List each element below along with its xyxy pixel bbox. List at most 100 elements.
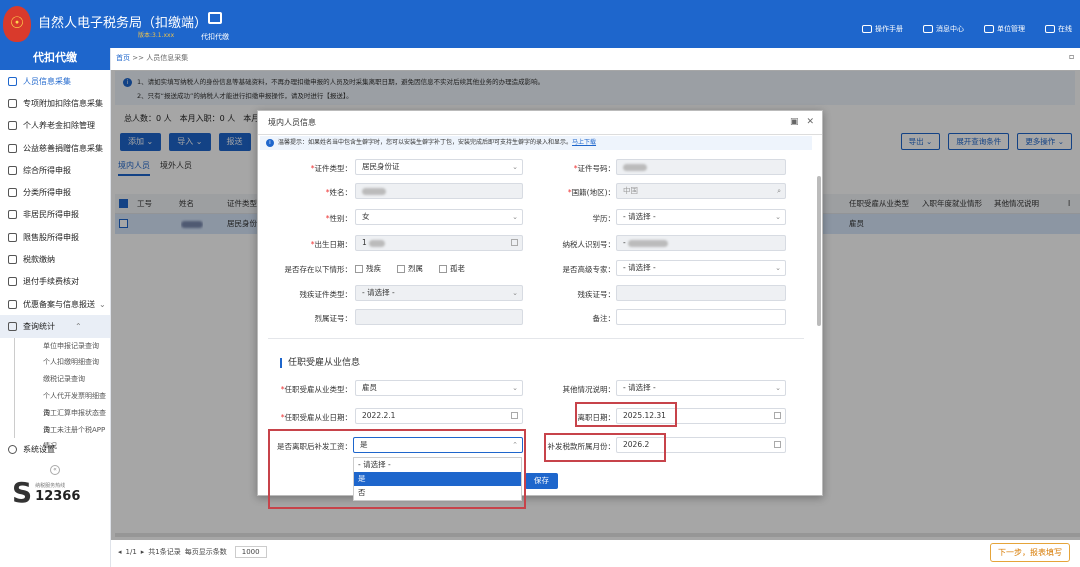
sidebar-item-query-stats[interactable]: 查询统计 ⌃ [0,315,110,338]
chart-icon [8,321,17,331]
online-status-button[interactable]: 在线 [1045,24,1072,34]
chevron-down-icon: ⌄ [775,384,781,392]
payment-icon [8,255,17,265]
sidebar-item-pension[interactable]: 个人养老金扣除管理 [0,115,110,137]
calendar-icon [511,412,518,419]
sidebar-sub-personal-detail[interactable]: 个人扣缴明细查询 [14,354,110,372]
name-field[interactable] [355,183,523,199]
martyr-checkbox[interactable]: 烈属 [397,263,423,274]
company-manage-button[interactable]: 单位管理 [984,24,1025,34]
search-icon[interactable]: ⌕ [777,184,781,198]
sidebar-item-person-info[interactable]: 人员信息采集 [0,70,110,92]
employ-date-field[interactable]: 2022.2.1 [355,408,523,424]
service-hotline: S 纳税服务热线 12366 [12,476,81,509]
message-center-button[interactable]: 消息中心 [923,24,964,34]
app-title: 自然人电子税务局（扣缴端） [38,16,208,31]
chevron-down-icon: ⌄ [512,213,518,221]
refund-icon [8,277,17,287]
donation-icon [8,143,17,153]
chevron-up-icon: ⌃ [75,321,82,331]
sidebar-sub-settlement-status[interactable]: 员工汇算申报状态查询 [14,404,110,434]
next-page-icon[interactable]: ▸ [141,548,145,556]
module-withholding[interactable]: 代扣代缴 [200,12,230,42]
sidebar-item-comprehensive[interactable]: 综合所得申报 [0,159,110,181]
sidebar-sub-tax-record[interactable]: 缴税记录查询 [14,371,110,388]
sidebar-item-tax-payment[interactable]: 税款缴纳 [0,248,110,270]
filing-icon [8,299,17,309]
calendar-icon [511,239,518,246]
gender-select[interactable]: 女 ⌄ [355,209,523,225]
collapse-sidebar-icon[interactable]: « [50,464,60,475]
page-size-input[interactable]: 1000 [234,546,267,558]
close-icon[interactable]: ▫ [1069,52,1074,61]
sidebar-item-nonresident[interactable]: 非居民所得申报 [0,204,110,226]
gear-icon [8,444,17,454]
id-no-field[interactable] [616,159,786,175]
remark-field[interactable] [616,309,786,325]
disability-no-field[interactable] [616,285,786,301]
modal-controls: ▣ ✕ [790,117,814,127]
tax-bureau-logo: ☉ [3,6,31,42]
sidebar-item-donation[interactable]: 公益慈善捐赠信息采集 [0,137,110,159]
employ-type-select[interactable]: 雇员 ⌄ [355,380,523,396]
breadcrumb: 首页 >> 人员信息采集 [116,54,189,62]
sidebar-item-classified[interactable]: 分类所得申报 [0,181,110,203]
maximize-icon[interactable]: ▣ [790,117,799,127]
user-icon [8,210,17,220]
close-icon[interactable]: ✕ [806,117,814,127]
download-patch-link[interactable]: 马上下载 [572,139,596,146]
id-type-label: *证件类型： [310,164,352,173]
situation-label: 是否存在以下情形： [284,265,353,274]
sidebar-item-preferential[interactable]: 优惠备案与信息报送 ⌄ [0,293,110,315]
layers-icon [8,165,17,175]
person-icon [8,76,17,86]
app-version: 版本:3.1.xxx [138,32,175,39]
pension-icon [8,121,17,131]
disability-type-select[interactable]: - 请选择 - ⌄ [355,285,523,301]
disabled-checkbox[interactable]: 残疾 [355,263,381,274]
martyr-no-field[interactable] [355,309,523,325]
country-field[interactable]: 中国 ⌕ [616,183,786,199]
tax-id-field[interactable]: - [616,235,786,251]
prev-page-icon[interactable]: ◂ [118,548,122,556]
gender-label: *性别： [325,214,352,223]
name-label: *姓名： [325,188,352,197]
elderly-checkbox[interactable]: 孤老 [439,263,465,274]
id-no-label: *证件号码： [573,164,615,173]
sidebar-sub-invoice-detail[interactable]: 个人代开发票明细查询 [14,387,110,417]
sidebar-item-special-deduction[interactable]: 专项附加扣除信息采集 [0,92,110,114]
expert-select[interactable]: - 请选择 - ⌄ [616,260,786,276]
highlight-box-leave-date [575,402,677,427]
other-note-select[interactable]: - 请选择 - ⌄ [616,380,786,396]
save-button[interactable]: 保存 [525,473,558,489]
birth-field[interactable]: 1 [355,235,523,251]
sidebar-sub-app-unregistered[interactable]: 员工未注册个税APP情况 [14,421,110,450]
country-label: *国籍(地区)： [567,188,615,197]
sidebar-item-restricted-stock[interactable]: 限售股所得申报 [0,226,110,248]
disability-no-label: 残疾证号： [577,290,616,299]
id-type-select[interactable]: 居民身份证 ⌄ [355,159,523,175]
chevron-down-icon: ⌄ [99,299,106,309]
education-select[interactable]: - 请选择 - ⌄ [616,209,786,225]
company-icon [984,25,994,33]
martyr-no-label: 烈属证号： [314,314,353,323]
calendar-icon [774,441,781,448]
chevron-down-icon: ⌄ [775,264,781,272]
sidebar-heading: 代扣代缴 [0,48,110,70]
chevron-down-icon: ⌄ [775,213,781,221]
next-step-button[interactable]: 下一步，报表填写 [990,543,1070,562]
online-icon [1045,25,1055,33]
expert-label: 是否高级专家： [562,265,616,274]
breadcrumb-home[interactable]: 首页 [116,54,130,62]
modal-scrollbar[interactable] [817,176,821,326]
sidebar-sub-company-record[interactable]: 单位申报记录查询 [14,337,110,355]
manual-icon [862,25,872,33]
header-actions: 操作手册 消息中心 单位管理 在线 [862,24,1072,34]
education-label: 学历： [592,214,616,223]
app-header: ☉ 自然人电子税务局（扣缴端） 版本:3.1.xxx 代扣代缴 操作手册 消息中… [0,0,1080,48]
withholding-icon [208,12,222,24]
manual-button[interactable]: 操作手册 [862,24,903,34]
employ-type-label: *任职受雇从业类型： [280,385,352,394]
modal-tip: i 温馨提示：如果姓名当中包含生僻字时，您可以安装生僻字补丁包，安装完成后即可支持… [260,136,812,150]
sidebar-item-refund-fee[interactable]: 退付手续费核对 [0,271,110,293]
